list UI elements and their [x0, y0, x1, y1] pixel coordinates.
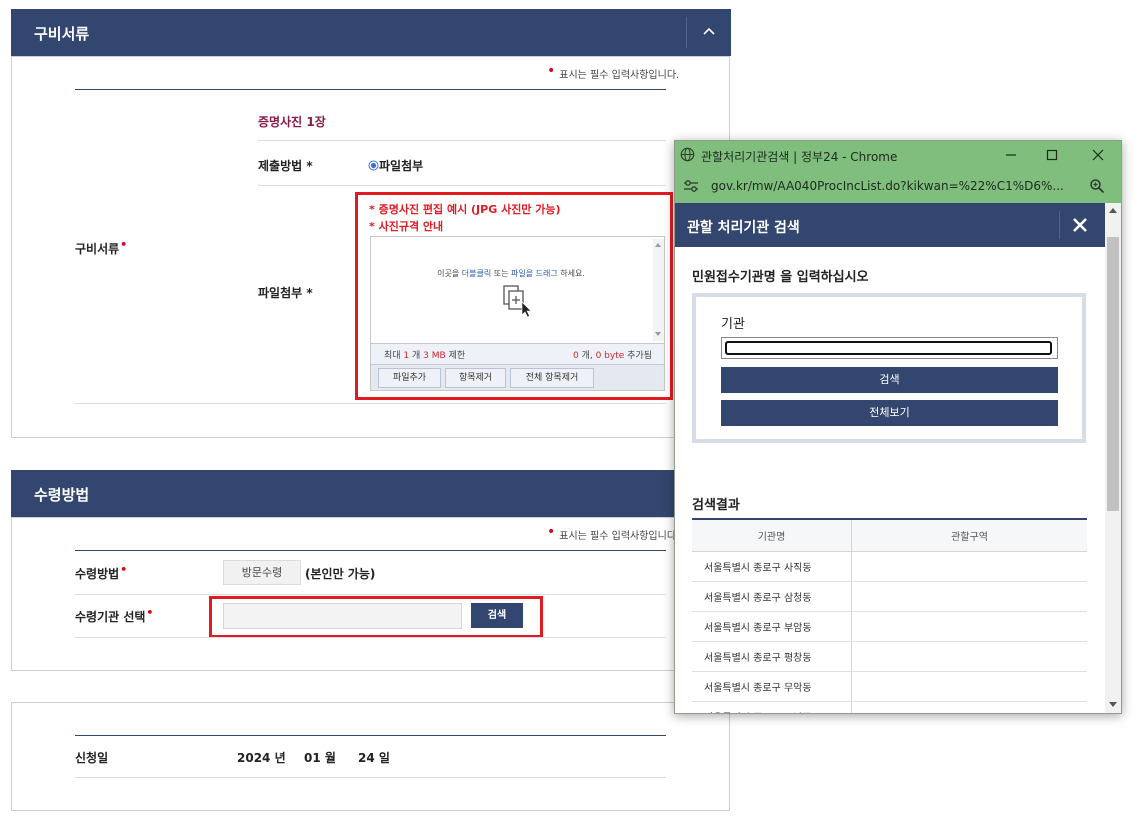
divider [258, 140, 666, 141]
file-drop-area[interactable]: 이곳을 더블클릭 또는 파일을 드래그 하세요. [370, 236, 665, 344]
globe-icon [680, 147, 695, 162]
section-header-receive: 수령방법 [11, 470, 731, 517]
results-title: 검색결과 [692, 498, 740, 513]
section-title: 구비서류 [34, 25, 90, 43]
receive-method-select[interactable]: 방문수령 [223, 560, 301, 585]
table-row[interactable]: 서울특별시 종로구 부암동 [692, 611, 1087, 642]
cell-area [851, 581, 1087, 612]
photo-example-link[interactable]: * 증명사진 편집 예시 (JPG 사진만 가능) [369, 201, 561, 217]
apply-date-day: 24 일 [358, 751, 390, 765]
table-header-row: 기관명 관할구역 [692, 518, 1087, 552]
cell-area [851, 641, 1087, 672]
header-divider [1059, 211, 1060, 239]
divider [75, 89, 666, 90]
popup-window: 관할처리기관검색 | 정부24 - Chrome gov.kr/mw/AA040… [674, 140, 1122, 714]
receive-office-label: 수령기관 선택• [75, 606, 154, 624]
radio-selected-icon[interactable] [368, 160, 379, 171]
scrollbar[interactable] [653, 239, 664, 341]
remove-item-button[interactable]: 항목제거 [445, 368, 506, 388]
window-title: 관할처리기관검색 | 정부24 - Chrome [701, 150, 898, 164]
table-row[interactable]: 서울특별시 종로구 무악동 [692, 671, 1087, 702]
dialog-header: 관할 처리기관 검색 [675, 203, 1105, 247]
results-table: 기관명 관할구역 서울특별시 종로구 사직동 서울특별시 종로구 삼청동 서울특… [692, 518, 1087, 713]
window-title-bar[interactable]: 관할처리기관검색 | 정부24 - Chrome [675, 141, 1121, 169]
site-settings-icon[interactable] [683, 179, 699, 193]
cell-name[interactable]: 서울특별시 종로구 평창동 [692, 641, 852, 672]
file-add-icon [503, 285, 532, 318]
drop-hint: 이곳을 더블클릭 또는 파일을 드래그 하세요. [437, 269, 585, 278]
divider [75, 550, 666, 551]
agency-search-button[interactable]: 검색 [721, 367, 1058, 393]
divider [75, 594, 666, 595]
section-title: 수령방법 [34, 486, 90, 504]
file-attach-label: 파일첨부 * [258, 286, 313, 300]
section-header-documents: 구비서류 [11, 9, 731, 56]
upload-limit: 최대 1 개 3 MB 제한 [384, 351, 466, 361]
agency-input[interactable] [725, 341, 1052, 355]
agency-input-wrap [721, 337, 1058, 359]
submit-method-label: 제출방법 * [258, 159, 313, 173]
cell-area [851, 671, 1087, 702]
documents-row-label: 구비서류• [75, 238, 128, 256]
instruction-text: 민원접수기관명 을 입력하십시오 [692, 270, 869, 285]
cell-name[interactable]: 서울특별시 종로구 사직동 [692, 551, 852, 582]
photo-title: 증명사진 1장 [258, 115, 326, 129]
remove-all-button[interactable]: 전체 항목제거 [510, 368, 594, 388]
cell-name[interactable]: 서울특별시 종로구 교남동 [692, 701, 852, 713]
col-header-area: 관할구역 [851, 518, 1087, 552]
cell-name[interactable]: 서울특별시 종로구 무악동 [692, 671, 852, 702]
chevron-up-icon[interactable] [699, 21, 719, 41]
required-note: • 표시는 필수 입력사항입니다. [547, 524, 680, 542]
cell-area [851, 701, 1087, 713]
table-row[interactable]: 서울특별시 종로구 사직동 [692, 551, 1087, 582]
scroll-thumb[interactable] [1107, 237, 1119, 511]
url-text[interactable]: gov.kr/mw/AA040ProcIncList.do?kikwan=%22… [711, 179, 1064, 193]
receive-method-note: (본인만 가능) [305, 567, 376, 581]
photo-spec-link[interactable]: * 사진규격 안내 [369, 218, 443, 234]
divider [258, 185, 666, 186]
table-row[interactable]: 서울특별시 종로구 평창동 [692, 641, 1087, 672]
office-input[interactable] [223, 603, 462, 629]
apply-date-label: 신청일 [75, 751, 109, 765]
table-row[interactable]: 서울특별시 종로구 삼청동 [692, 581, 1087, 612]
office-search-button[interactable]: 검색 [471, 603, 523, 628]
header-divider [686, 17, 687, 48]
popup-scrollbar[interactable] [1105, 203, 1121, 713]
divider [75, 637, 666, 638]
add-file-button[interactable]: 파일추가 [378, 368, 441, 388]
close-window-icon[interactable] [1089, 146, 1107, 164]
dialog-title: 관할 처리기관 검색 [687, 220, 800, 236]
radio-label: 파일첨부 [379, 159, 424, 173]
col-header-name: 기관명 [692, 518, 852, 552]
cell-area [851, 551, 1087, 582]
agency-field-label: 기관 [721, 317, 745, 332]
cell-area [851, 611, 1087, 642]
apply-date-month: 01 월 [304, 751, 336, 765]
close-icon[interactable] [1072, 217, 1088, 233]
submit-method-radio[interactable]: 파일첨부 [368, 157, 423, 174]
view-all-button[interactable]: 전체보기 [721, 400, 1058, 426]
divider [75, 777, 666, 778]
minimize-icon[interactable] [1002, 146, 1020, 164]
divider [75, 403, 666, 404]
required-note: • 표시는 필수 입력사항입니다. [547, 63, 680, 81]
maximize-icon[interactable] [1043, 146, 1061, 164]
upload-added: 0 개, 0 byte 추가됨 [572, 351, 652, 361]
table-row[interactable]: 서울특별시 종로구 교남동 [692, 701, 1087, 713]
address-bar[interactable]: gov.kr/mw/AA040ProcIncList.do?kikwan=%22… [675, 169, 1121, 203]
divider [75, 735, 666, 736]
cell-name[interactable]: 서울특별시 종로구 삼청동 [692, 581, 852, 612]
upload-status-bar: 최대 1 개 3 MB 제한 0 개, 0 byte 추가됨 [370, 344, 665, 364]
receive-method-label: 수령방법• [75, 563, 128, 581]
cell-name[interactable]: 서울특별시 종로구 부암동 [692, 611, 852, 642]
zoom-icon[interactable] [1089, 178, 1105, 194]
apply-date-year: 2024 년 [237, 751, 286, 765]
